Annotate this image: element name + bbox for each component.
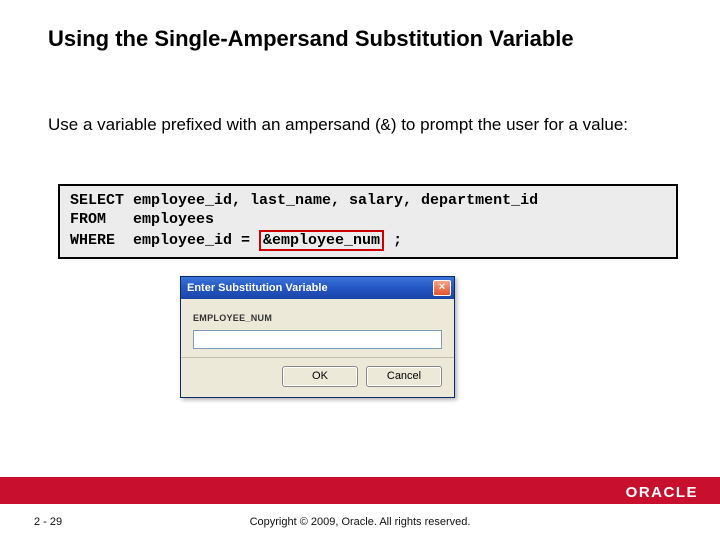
footer-bar [0, 477, 720, 504]
desc-post: ) to prompt the user for a value: [391, 115, 628, 134]
dialog-titlebar: Enter Substitution Variable × [181, 277, 454, 299]
slide-description: Use a variable prefixed with an ampersan… [48, 114, 672, 139]
dialog-title: Enter Substitution Variable [187, 282, 328, 294]
sql-code-block: SELECT employee_id, last_name, salary, d… [58, 184, 678, 259]
dialog-field-label: EMPLOYEE_NUM [193, 313, 442, 323]
code-line1: SELECT employee_id, last_name, salary, d… [70, 192, 538, 209]
code-line3b: ; [384, 232, 402, 249]
desc-amp: & [381, 117, 391, 136]
close-icon[interactable]: × [433, 280, 451, 296]
substitution-dialog: Enter Substitution Variable × EMPLOYEE_N… [180, 276, 455, 398]
desc-pre: Use a variable prefixed with an ampersan… [48, 115, 381, 134]
dialog-button-row: OK Cancel [181, 357, 454, 397]
substitution-input[interactable] [193, 330, 442, 349]
code-line2: FROM employees [70, 211, 214, 228]
highlighted-variable: &employee_num [259, 230, 384, 251]
copyright-text: Copyright © 2009, Oracle. All rights res… [0, 516, 720, 528]
ok-button[interactable]: OK [282, 366, 358, 387]
code-line3a: WHERE employee_id = [70, 232, 259, 249]
dialog-body: EMPLOYEE_NUM [181, 299, 454, 357]
oracle-logo: ORACLE [626, 484, 698, 501]
slide-title: Using the Single-Ampersand Substitution … [48, 26, 680, 52]
cancel-button[interactable]: Cancel [366, 366, 442, 387]
